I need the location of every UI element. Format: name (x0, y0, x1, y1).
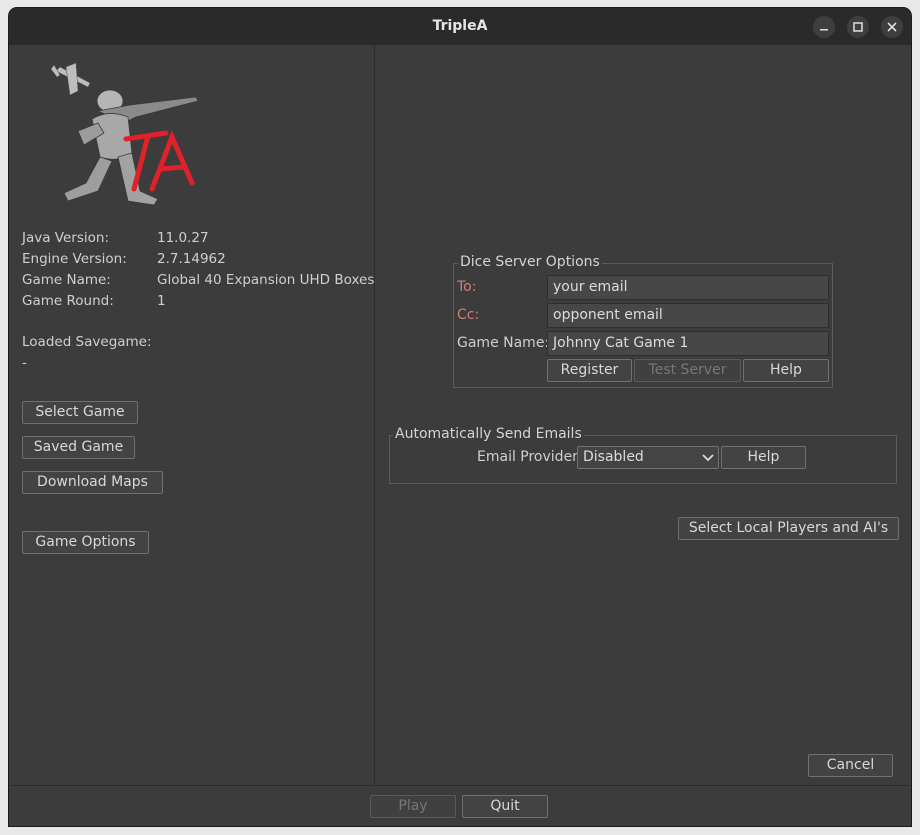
main-window: TripleA Java Version: 11.0.27 Engine Ver… (9, 8, 911, 826)
play-button[interactable]: Play (370, 795, 456, 818)
email-provider-select[interactable]: Disabled (577, 446, 719, 469)
select-game-button[interactable]: Select Game (22, 401, 138, 424)
game-setup-panel: Dice Server Options To: your email Cc: o… (375, 45, 911, 785)
select-local-players-button[interactable]: Select Local Players and AI's (678, 517, 899, 540)
maximize-button[interactable] (847, 16, 869, 38)
maximize-icon (853, 22, 863, 32)
download-maps-button[interactable]: Download Maps (22, 471, 163, 494)
game-name-value: Global 40 Expansion UHD Boxes (157, 272, 375, 288)
email-help-button[interactable]: Help (721, 446, 806, 469)
title-bar[interactable]: TripleA (9, 8, 911, 45)
register-button[interactable]: Register (547, 359, 632, 382)
dice-game-name-field[interactable]: Johnny Cat Game 1 (547, 331, 829, 356)
email-provider-label: Email Provider (477, 449, 578, 465)
close-button[interactable] (881, 16, 903, 38)
email-provider-selected: Disabled (583, 449, 644, 465)
minimize-button[interactable] (813, 16, 835, 38)
minimize-icon (820, 29, 828, 31)
quit-button[interactable]: Quit (462, 795, 548, 818)
cancel-button[interactable]: Cancel (808, 754, 893, 777)
close-icon (887, 22, 897, 32)
to-email-field[interactable]: your email (547, 275, 829, 300)
java-version-label: Java Version: (22, 230, 109, 246)
loaded-savegame-label: Loaded Savegame: (22, 334, 152, 350)
cc-email-field[interactable]: opponent email (547, 303, 829, 328)
loaded-savegame-value: - (22, 355, 27, 371)
dice-server-options-legend: Dice Server Options (458, 254, 602, 270)
java-version-value: 11.0.27 (157, 230, 209, 246)
game-round-value: 1 (157, 293, 166, 309)
cc-label: Cc: (457, 307, 480, 323)
game-round-label: Game Round: (22, 293, 114, 309)
to-label: To: (457, 279, 477, 295)
game-info-panel: Java Version: 11.0.27 Engine Version: 2.… (10, 45, 375, 785)
window-title: TripleA (432, 18, 488, 34)
engine-version-value: 2.7.14962 (157, 251, 226, 267)
test-server-button[interactable]: Test Server (634, 359, 741, 382)
game-options-button[interactable]: Game Options (22, 531, 149, 554)
dice-game-name-label: Game Name: (457, 335, 550, 351)
saved-game-button[interactable]: Saved Game (22, 436, 135, 459)
chevron-down-icon (702, 454, 714, 462)
engine-version-label: Engine Version: (22, 251, 127, 267)
game-name-label: Game Name: (22, 272, 111, 288)
triplea-logo (50, 62, 198, 206)
dice-help-button[interactable]: Help (743, 359, 829, 382)
auto-send-emails-legend: Automatically Send Emails (393, 426, 584, 442)
bottom-action-bar: Play Quit (10, 785, 910, 826)
